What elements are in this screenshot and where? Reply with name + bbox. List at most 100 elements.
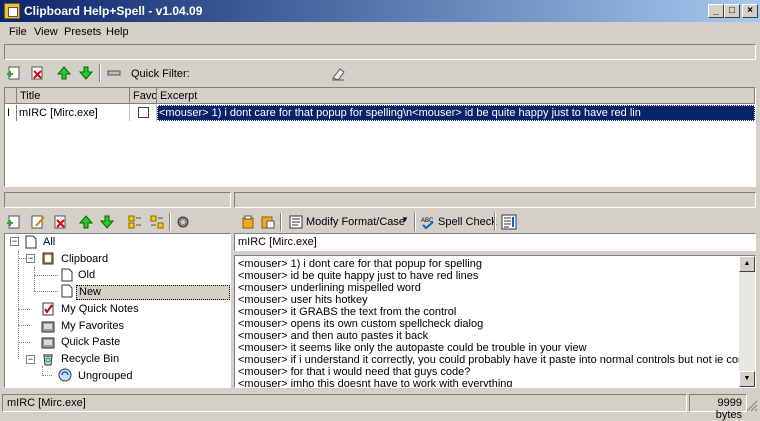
editor-line: <mouser> user hits hotkey <box>238 294 368 306</box>
title-bar: Clipboard Help+Spell - v1.04.09 _ □ × <box>0 0 760 22</box>
editor-toolbar-separator-3 <box>494 213 496 231</box>
tree-item-ungrouped[interactable]: Ungrouped <box>78 370 132 382</box>
status-byte-count: 9999 bytes <box>689 394 747 421</box>
maximize-button[interactable]: □ <box>724 4 740 18</box>
tree-line <box>34 267 35 291</box>
table-row[interactable]: I mIRC [Mirc.exe] <mouser> 1) i dont car… <box>5 105 755 121</box>
editor-line: <mouser> imho this doesnt have to work w… <box>238 378 513 388</box>
app-icon <box>4 3 20 19</box>
tree-item-quick-notes[interactable]: My Quick Notes <box>61 303 139 315</box>
row-favorite-cell <box>130 105 157 121</box>
row-excerpt[interactable]: <mouser> 1) i dont care for that popup f… <box>157 105 755 121</box>
tree-toolbar <box>0 211 231 233</box>
editor-toolbar: Modify Format/Case ▼ ABC Spell Check <box>234 211 760 233</box>
row-title[interactable]: mIRC [Mirc.exe] <box>17 105 130 121</box>
editor-line: <mouser> id be quite happy just to have … <box>238 270 479 282</box>
tree-item-old[interactable]: Old <box>78 269 95 281</box>
editor-toolbar-separator-2 <box>414 213 416 231</box>
favorites-icon <box>41 321 55 333</box>
collapse-all-icon[interactable] <box>149 214 165 230</box>
spell-check-button[interactable]: ABC Spell Check <box>418 213 497 232</box>
editor-line: <mouser> it seems like only the autopast… <box>238 342 587 354</box>
tree-item-favorites[interactable]: My Favorites <box>61 320 124 332</box>
status-bar: mIRC [Mirc.exe] 9999 bytes <box>0 392 760 421</box>
grid-corner-header <box>5 88 17 104</box>
clipboard-icon <box>42 252 54 265</box>
tree-toolbar-separator <box>169 213 171 231</box>
clip-name-field[interactable]: mIRC [Mirc.exe] <box>234 233 756 251</box>
copy-icon[interactable] <box>240 214 256 230</box>
editor-line: <mouser> opens its own custom spellcheck… <box>238 318 484 330</box>
ungrouped-icon <box>58 368 72 382</box>
document-icon <box>61 284 73 298</box>
window-title: Clipboard Help+Spell - v1.04.09 <box>24 4 203 18</box>
expand-all-icon[interactable] <box>127 214 143 230</box>
tree-line <box>18 309 30 310</box>
collapse-toggle[interactable]: − <box>10 237 19 246</box>
clip-text-editor[interactable]: <mouser> 1) i dont care for that popup f… <box>234 255 756 388</box>
editor-line: <mouser> if i understand it correctly, y… <box>238 354 756 366</box>
tree-line <box>34 275 58 276</box>
spell-check-icon: ABC <box>421 218 434 230</box>
menu-file[interactable]: File <box>9 26 27 38</box>
folder-down-icon[interactable] <box>99 214 115 230</box>
folder-tree: − All − Clipboard Old New My Quick Notes… <box>4 233 231 388</box>
clear-filter-icon[interactable] <box>330 66 346 82</box>
tree-line <box>18 342 30 343</box>
tree-item-new[interactable]: New <box>76 285 230 300</box>
clip-list: Title Favo Excerpt I mIRC [Mirc.exe] <mo… <box>4 87 756 187</box>
right-header-strip <box>234 192 756 208</box>
editor-scrollbar[interactable]: ▲ ▼ <box>739 256 755 387</box>
tree-line <box>42 375 52 376</box>
scroll-down-button[interactable]: ▼ <box>739 371 755 387</box>
delete-folder-icon[interactable] <box>52 214 68 230</box>
notes-icon <box>42 302 54 316</box>
collapse-icon[interactable] <box>106 65 122 81</box>
editor-line: <mouser> and then auto pastes it back <box>238 330 429 342</box>
row-marker: I <box>5 105 17 121</box>
document-icon <box>61 268 73 282</box>
quick-paste-icon <box>41 337 55 349</box>
modify-format-button[interactable]: Modify Format/Case ▼ <box>286 213 410 232</box>
spell-check-label: Spell Check <box>438 216 497 228</box>
close-button[interactable]: × <box>742 4 758 18</box>
move-down-icon[interactable] <box>78 65 94 81</box>
menu-presets[interactable]: Presets <box>64 26 101 38</box>
tree-line <box>18 325 30 326</box>
options-gear-icon[interactable] <box>175 214 191 230</box>
column-header-title[interactable]: Title <box>17 88 130 104</box>
menu-view[interactable]: View <box>34 26 58 38</box>
dropdown-arrow-icon: ▼ <box>401 215 409 224</box>
paste-icon[interactable] <box>260 214 276 230</box>
modify-format-label: Modify Format/Case <box>306 216 406 228</box>
status-clip-name: mIRC [Mirc.exe] <box>2 394 687 412</box>
new-clip-icon[interactable] <box>6 65 22 81</box>
minimize-button[interactable]: _ <box>708 4 724 18</box>
format-icon <box>289 215 303 229</box>
tree-item-clipboard[interactable]: Clipboard <box>61 253 108 265</box>
tree-item-all[interactable]: All <box>43 236 55 248</box>
toolbar-separator <box>99 64 101 82</box>
editor-line: <mouser> underlining mispelled word <box>238 282 421 294</box>
tree-item-quick-paste[interactable]: Quick Paste <box>61 336 120 348</box>
scroll-up-button[interactable]: ▲ <box>739 256 755 272</box>
move-up-icon[interactable] <box>56 65 72 81</box>
editor-line: <mouser> 1) i dont care for that popup f… <box>238 258 482 270</box>
tree-item-recycle-bin[interactable]: Recycle Bin <box>61 353 119 365</box>
column-header-favorite[interactable]: Favo <box>130 88 157 104</box>
delete-clip-icon[interactable] <box>29 65 45 81</box>
editor-line: <mouser> for that i would need that guys… <box>238 366 471 378</box>
resize-grip-icon[interactable] <box>746 400 758 412</box>
editor-toolbar-separator <box>280 213 282 231</box>
folder-up-icon[interactable] <box>78 214 94 230</box>
column-header-excerpt[interactable]: Excerpt <box>157 88 755 104</box>
favorite-checkbox[interactable] <box>138 107 149 118</box>
collapse-toggle[interactable]: − <box>26 355 35 364</box>
edit-folder-icon[interactable] <box>30 214 46 230</box>
word-wrap-icon[interactable] <box>501 214 517 230</box>
collapse-toggle[interactable]: − <box>26 254 35 263</box>
menu-help[interactable]: Help <box>106 26 129 38</box>
new-folder-icon[interactable] <box>6 214 22 230</box>
menu-bar: File View Presets Help <box>0 22 760 41</box>
tree-line <box>34 291 58 292</box>
